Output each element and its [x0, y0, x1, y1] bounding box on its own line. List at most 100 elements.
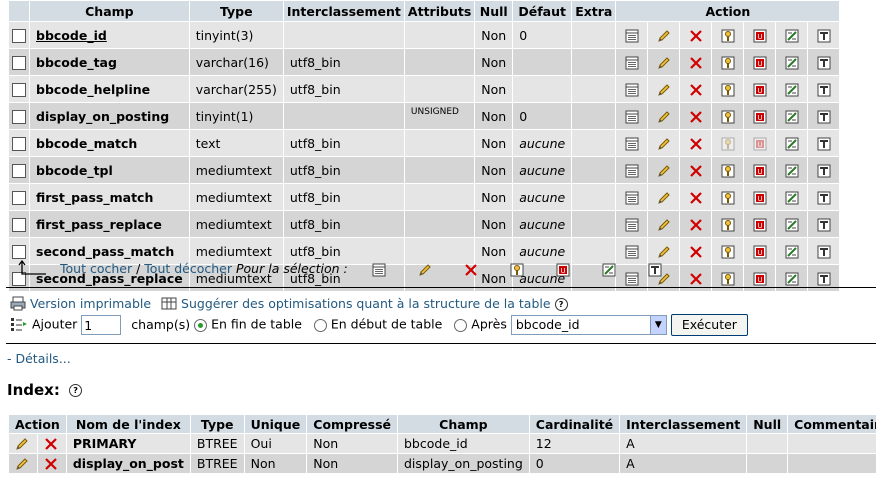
- index-icon[interactable]: [785, 191, 799, 205]
- edit-pencil-icon[interactable]: [657, 110, 671, 124]
- primary-key-icon[interactable]: [721, 218, 735, 232]
- drop-x-icon[interactable]: [689, 164, 703, 178]
- drop-x-icon[interactable]: [689, 56, 703, 70]
- row-checkbox[interactable]: [12, 82, 26, 97]
- unique-icon[interactable]: U: [753, 245, 767, 259]
- edit-pencil-icon[interactable]: [657, 137, 671, 151]
- edit-pencil-icon[interactable]: [657, 29, 671, 43]
- drop-x-icon[interactable]: [689, 29, 703, 43]
- primary-key-icon[interactable]: [721, 110, 735, 124]
- primary-key-icon[interactable]: [721, 137, 735, 151]
- fulltext-icon[interactable]: [817, 218, 831, 232]
- index-icon[interactable]: [785, 245, 799, 259]
- index-help-icon[interactable]: ?: [69, 384, 83, 397]
- after-field-select[interactable]: bbcode_id ▼: [510, 315, 667, 335]
- fulltext-icon[interactable]: [817, 110, 831, 124]
- radio-at-begin[interactable]: [313, 318, 327, 332]
- row-checkbox[interactable]: [12, 109, 26, 124]
- drop-x-icon[interactable]: [689, 137, 703, 151]
- unique-icon[interactable]: U: [753, 29, 767, 43]
- browse-icon[interactable]: [625, 191, 639, 205]
- unique-icon[interactable]: U: [753, 218, 767, 232]
- index-icon[interactable]: [785, 83, 799, 97]
- field-name[interactable]: bbcode_id: [36, 28, 107, 43]
- uncheck-all-link[interactable]: Tout décocher: [144, 261, 232, 276]
- bulk-edit-pencil-icon[interactable]: [418, 263, 432, 277]
- row-checkbox[interactable]: [12, 244, 26, 259]
- row-checkbox[interactable]: [12, 136, 26, 151]
- edit-pencil-icon[interactable]: [15, 437, 29, 451]
- row-checkbox[interactable]: [12, 55, 26, 70]
- fulltext-icon[interactable]: [817, 56, 831, 70]
- unique-icon[interactable]: U: [753, 110, 767, 124]
- primary-key-icon[interactable]: [721, 29, 735, 43]
- index-icon[interactable]: [785, 110, 799, 124]
- propose-structure-link[interactable]: Suggérer des optimisations quant à la st…: [181, 296, 551, 311]
- browse-icon[interactable]: [625, 164, 639, 178]
- edit-pencil-icon[interactable]: [657, 56, 671, 70]
- fulltext-icon[interactable]: [817, 164, 831, 178]
- bulk-fulltext-icon[interactable]: [648, 263, 662, 277]
- browse-icon[interactable]: [625, 83, 639, 97]
- add-count-input[interactable]: [81, 315, 122, 335]
- row-checkbox[interactable]: [12, 28, 26, 43]
- row-checkbox[interactable]: [12, 190, 26, 205]
- browse-icon[interactable]: [625, 245, 639, 259]
- drop-x-icon[interactable]: [689, 110, 703, 124]
- bulk-browse-icon[interactable]: [372, 263, 386, 277]
- fulltext-icon[interactable]: [817, 83, 831, 97]
- browse-icon[interactable]: [625, 218, 639, 232]
- drop-x-icon[interactable]: [689, 218, 703, 232]
- primary-key-icon[interactable]: [721, 245, 735, 259]
- primary-key-icon[interactable]: [721, 191, 735, 205]
- radio-at-end[interactable]: [194, 318, 208, 332]
- drop-x-icon[interactable]: [689, 191, 703, 205]
- drop-x-icon[interactable]: [44, 437, 58, 451]
- index-icon[interactable]: [785, 137, 799, 151]
- unique-icon[interactable]: U: [753, 137, 767, 151]
- primary-key-icon[interactable]: [721, 272, 735, 286]
- unique-icon[interactable]: U: [753, 164, 767, 178]
- fulltext-icon[interactable]: [817, 29, 831, 43]
- print-view-link[interactable]: Version imprimable: [30, 296, 151, 311]
- fulltext-icon[interactable]: [817, 137, 831, 151]
- index-icon[interactable]: [785, 272, 799, 286]
- fulltext-icon[interactable]: [817, 191, 831, 205]
- browse-icon[interactable]: [625, 137, 639, 151]
- drop-x-icon[interactable]: [689, 83, 703, 97]
- row-checkbox[interactable]: [12, 163, 26, 178]
- index-icon[interactable]: [785, 29, 799, 43]
- index-icon[interactable]: [785, 56, 799, 70]
- unique-icon[interactable]: U: [753, 56, 767, 70]
- bulk-drop-x-icon[interactable]: [464, 263, 478, 277]
- drop-x-icon[interactable]: [689, 245, 703, 259]
- index-icon[interactable]: [785, 164, 799, 178]
- browse-icon[interactable]: [625, 110, 639, 124]
- edit-pencil-icon[interactable]: [657, 218, 671, 232]
- help-icon[interactable]: ?: [554, 298, 568, 311]
- edit-pencil-icon[interactable]: [657, 83, 671, 97]
- bulk-primary-key-icon[interactable]: [510, 263, 524, 277]
- execute-button[interactable]: Exécuter: [670, 314, 748, 336]
- index-icon[interactable]: [785, 218, 799, 232]
- edit-pencil-icon[interactable]: [657, 245, 671, 259]
- fulltext-icon[interactable]: [817, 245, 831, 259]
- primary-key-icon[interactable]: [721, 164, 735, 178]
- unique-icon[interactable]: U: [753, 272, 767, 286]
- drop-x-icon[interactable]: [44, 457, 58, 471]
- browse-icon[interactable]: [625, 29, 639, 43]
- unique-icon[interactable]: U: [753, 191, 767, 205]
- row-checkbox[interactable]: [12, 217, 26, 232]
- browse-icon[interactable]: [625, 56, 639, 70]
- drop-x-icon[interactable]: [689, 272, 703, 286]
- radio-after[interactable]: [454, 318, 468, 332]
- edit-pencil-icon[interactable]: [657, 191, 671, 205]
- edit-pencil-icon[interactable]: [15, 457, 29, 471]
- details-link[interactable]: - Détails...: [7, 351, 71, 366]
- bulk-unique-icon[interactable]: U: [556, 263, 570, 277]
- primary-key-icon[interactable]: [721, 56, 735, 70]
- edit-pencil-icon[interactable]: [657, 164, 671, 178]
- primary-key-icon[interactable]: [721, 83, 735, 97]
- check-all-link[interactable]: Tout cocher: [60, 261, 132, 276]
- bulk-index-icon[interactable]: [602, 263, 616, 277]
